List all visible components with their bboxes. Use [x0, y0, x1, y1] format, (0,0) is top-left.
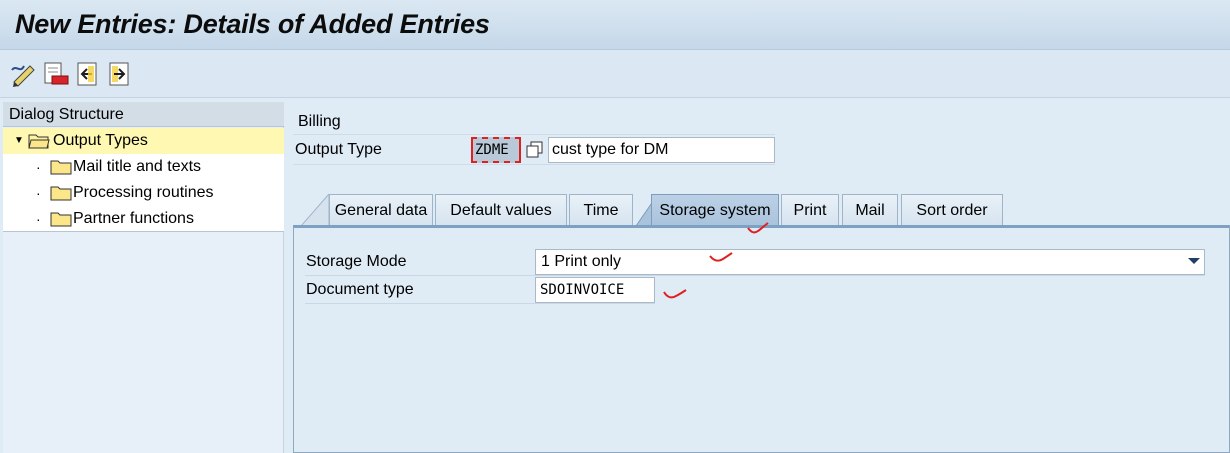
tree-bullet: · [36, 211, 41, 227]
document-type-field[interactable]: SDOINVOICE [535, 277, 655, 303]
pen-icon[interactable] [10, 60, 38, 88]
tree-item-output-types[interactable]: ▼ Output Types [3, 128, 284, 154]
output-type-label: Output Type [295, 141, 382, 158]
tree-item-partner-functions[interactable]: · Partner functions [3, 206, 284, 232]
dialog-structure-panel: Dialog Structure ▼ Output Types · Mail t… [3, 102, 284, 453]
title-bar: New Entries: Details of Added Entries [0, 0, 1230, 50]
next-entry-icon[interactable] [106, 60, 134, 88]
divider [305, 303, 655, 304]
output-type-description-field: cust type for DM [548, 137, 775, 163]
tab-strip: General data Default values Time Storage… [293, 190, 1230, 226]
tab-time[interactable]: Time [569, 194, 633, 226]
dialog-structure-header: Dialog Structure [3, 102, 284, 127]
tab-edge [301, 194, 329, 226]
output-type-code-field[interactable]: ZDME [471, 137, 521, 163]
folder-icon [50, 160, 72, 175]
application-toolbar [0, 50, 1230, 98]
divider [293, 134, 775, 135]
storage-mode-label: Storage Mode [306, 253, 407, 270]
tree-bullet: · [36, 185, 41, 201]
open-folder-icon [28, 134, 50, 149]
annotation-tick-icon [663, 289, 687, 299]
tree-item-label: Mail title and texts [73, 158, 202, 175]
tree-item-label: Processing routines [73, 184, 214, 201]
previous-entry-icon[interactable] [74, 60, 102, 88]
tree-item-processing-routines[interactable]: · Processing routines [3, 180, 284, 206]
tree-bullet: · [36, 159, 41, 175]
dialog-structure-tree: ▼ Output Types · Mail title and texts · … [3, 128, 284, 232]
tree-item-label: Output Types [53, 132, 148, 149]
tree-item-label: Partner functions [73, 210, 194, 227]
chevron-down-icon[interactable] [1188, 258, 1200, 264]
document-type-label: Document type [306, 281, 414, 298]
page-title: New Entries: Details of Added Entries [15, 9, 490, 39]
storage-mode-select[interactable]: 1 Print only [535, 249, 1205, 275]
annotation-tick-icon [747, 222, 769, 234]
annotation-tick-icon [709, 252, 733, 262]
tab-mail[interactable]: Mail [842, 194, 898, 226]
tab-print[interactable]: Print [781, 194, 839, 226]
copy-icon[interactable] [525, 140, 545, 160]
tab-default-values[interactable]: Default values [435, 194, 567, 226]
folder-icon [50, 212, 72, 227]
expand-caret-icon[interactable]: ▼ [14, 128, 24, 154]
delete-entry-icon[interactable] [42, 60, 70, 88]
storage-mode-value: 1 Print only [541, 253, 622, 270]
divider [305, 275, 1205, 276]
tab-general-data[interactable]: General data [329, 194, 433, 226]
tree-item-mail-title[interactable]: · Mail title and texts [3, 154, 284, 180]
folder-icon [50, 186, 72, 201]
divider [293, 164, 775, 165]
section-label-billing: Billing [298, 113, 341, 130]
tab-sort-order[interactable]: Sort order [901, 194, 1003, 226]
